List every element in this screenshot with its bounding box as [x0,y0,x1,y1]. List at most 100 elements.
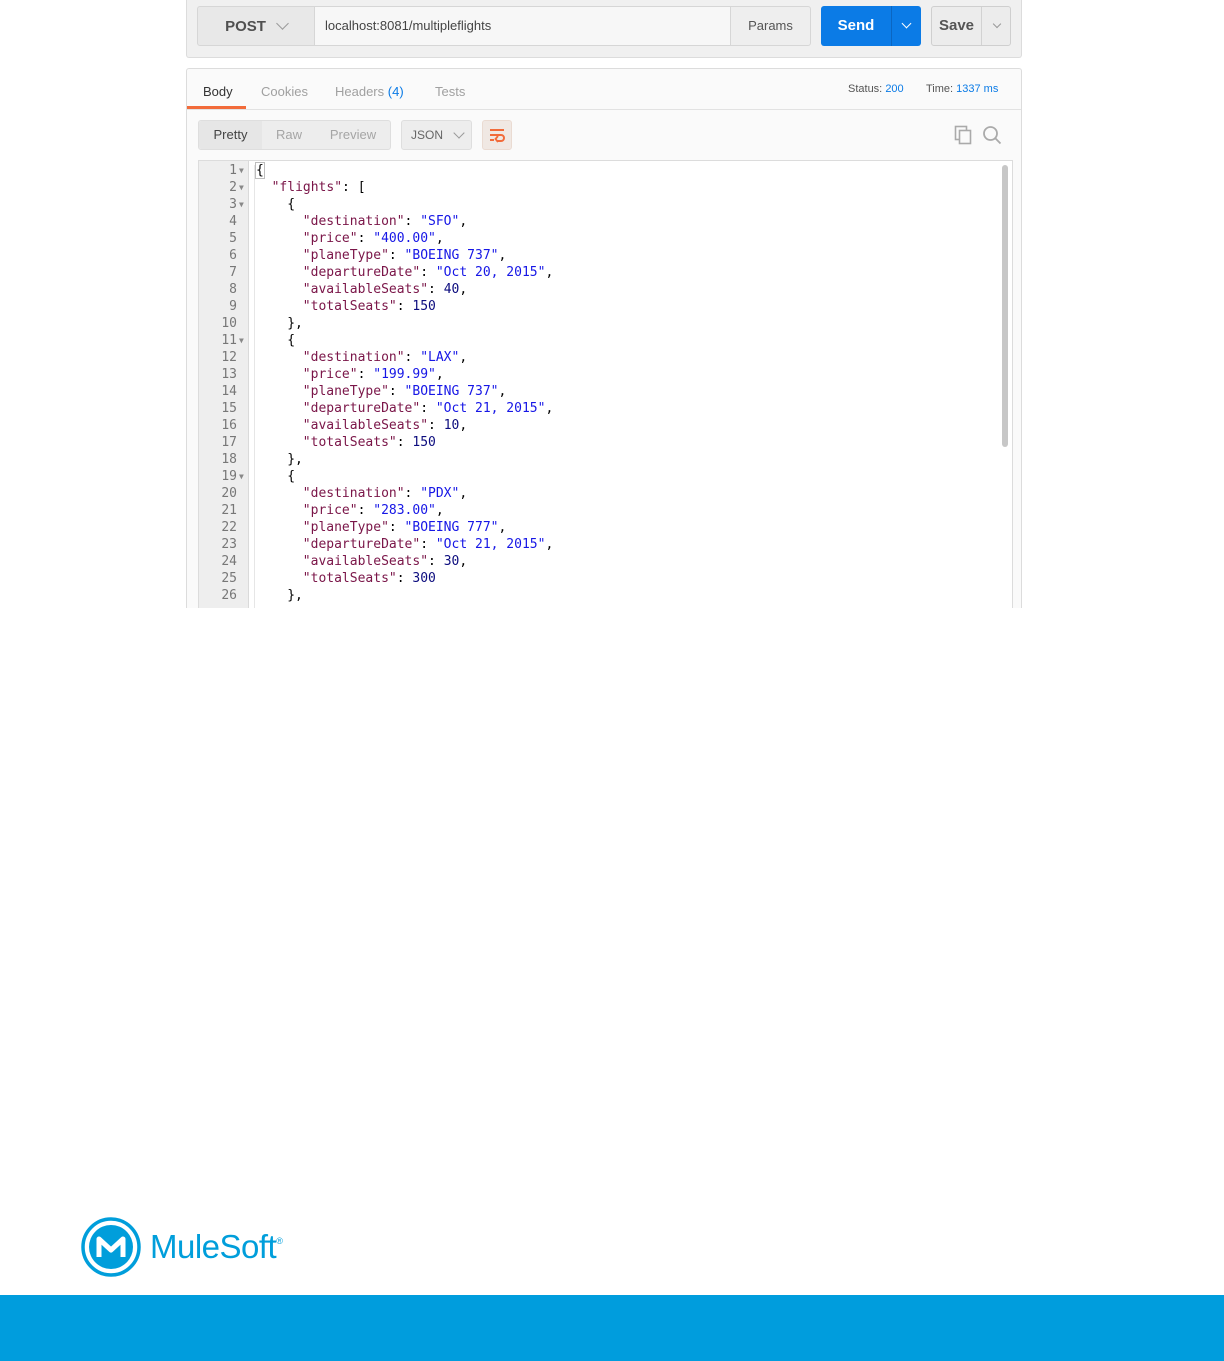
json-punctuation: , [498,384,507,399]
json-punctuation: : [420,537,436,552]
code-editor[interactable]: 1 ▼{2 ▼ "flights": [3 ▼{4 "destination": "SFO… [198,160,1013,608]
headers-count: (4) [387,84,404,99]
code-line: 12 "destination": "LAX", [199,349,1012,366]
method-label: POST [225,17,266,35]
send-button[interactable]: Send [821,6,891,46]
tab-cookies[interactable]: Cookies [261,84,308,99]
json-number: 150 [412,299,436,314]
code-line: 21 "price": "283.00", [199,502,1012,519]
line-number: 22 [221,520,237,535]
send-dropdown-button[interactable] [891,6,921,46]
save-dropdown-button[interactable] [981,7,1011,45]
json-punctuation: : [420,401,436,416]
line-number: 7 [229,265,237,280]
fold-toggle-icon[interactable]: ▼ [239,162,244,179]
view-pretty-button[interactable]: Pretty [199,121,262,149]
code-line: 5 "price": "400.00", [199,230,1012,247]
json-number: 40 [443,282,460,297]
json-key: "planeType" [302,520,389,535]
code-line: 6 "planeType": "BOEING 737", [199,247,1012,264]
json-string: "Oct 20, 2015" [435,265,546,280]
line-number: 13 [221,367,237,382]
params-button[interactable]: Params [730,6,811,46]
code-line: 17 "totalSeats": 150 [199,434,1012,451]
json-punctuation: : [396,435,413,450]
tab-headers-label: Headers [335,84,385,99]
tab-tests[interactable]: Tests [435,84,465,99]
json-key: "price" [302,503,358,518]
wrap-lines-icon[interactable] [482,120,512,150]
tab-body[interactable]: Body [203,84,233,99]
json-punctuation: }, [287,452,303,467]
url-input[interactable]: localhost:8081/multipleflights [314,6,731,46]
line-number: 10 [221,316,237,331]
json-key: "availableSeats" [302,282,429,297]
time-label: Time: [926,83,954,95]
code-line: 25 "totalSeats": 300 [199,570,1012,587]
json-punctuation: , [435,503,444,518]
json-punctuation: { [287,469,296,484]
code-line: 23 "departureDate": "Oct 21, 2015", [199,536,1012,553]
fold-toggle-icon[interactable]: ▼ [239,332,244,349]
code-text: "totalSeats": 300 [256,570,436,587]
code-text: }, [256,451,303,468]
code-line: 11 ▼ { [199,332,1012,349]
save-button-group: Save [931,6,1011,46]
code-text: "price": "199.99", [256,366,444,383]
code-text: { [256,196,295,213]
view-preview-button[interactable]: Preview [316,121,390,149]
code-text: "totalSeats": 150 [256,434,436,451]
json-string: "PDX" [420,486,460,501]
json-key: "departureDate" [302,401,421,416]
request-bar: POST localhost:8081/multipleflights Para… [186,0,1022,58]
code-line: 20 "destination": "PDX", [199,485,1012,502]
fold-toggle-icon[interactable]: ▼ [239,196,244,213]
code-line: 26}, [199,587,1012,604]
json-punctuation: : [428,554,444,569]
chevron-down-icon [276,17,289,30]
code-line: 1 ▼ { [199,162,1012,179]
chevron-down-icon [901,18,912,29]
json-punctuation: : [388,384,405,399]
editor-scrollbar[interactable] [1002,165,1008,447]
search-icon[interactable] [980,123,1004,147]
fold-toggle-icon[interactable]: ▼ [239,179,244,196]
json-punctuation: : [357,367,374,382]
json-string: "400.00" [373,231,436,246]
time-readout: Time: 1337 ms [926,83,998,95]
line-number: 11 [221,333,237,348]
code-text: }, [256,587,303,604]
save-button[interactable]: Save [932,7,981,45]
line-number: 18 [221,452,237,467]
json-number: 30 [443,554,460,569]
code-line: 4 "destination": "SFO", [199,213,1012,230]
tab-headers[interactable]: Headers (4) [335,84,404,99]
logo-wordmark: MuleSoft® [150,1228,283,1266]
json-punctuation: : [420,265,436,280]
code-line: 22 "planeType": "BOEING 777", [199,519,1012,536]
line-number: 19 [221,469,237,484]
line-number: 3 [229,197,237,212]
method-select[interactable]: POST [197,6,315,46]
json-string: "Oct 21, 2015" [435,537,546,552]
fold-toggle-icon[interactable]: ▼ [239,468,244,485]
json-punctuation: , [435,367,444,382]
line-number: 5 [229,231,237,246]
json-string: "BOEING 777" [404,520,499,535]
code-line: 2 ▼ "flights": [ [199,179,1012,196]
line-number: 1 [229,163,237,178]
code-text: { [256,332,295,349]
json-punctuation: , [459,486,468,501]
json-key: "departureDate" [302,537,421,552]
json-punctuation: , [498,248,507,263]
code-text: "departureDate": "Oct 21, 2015", [256,536,553,553]
code-text: { [256,468,295,485]
format-select[interactable]: JSON [401,120,472,150]
line-number: 14 [221,384,237,399]
json-punctuation: , [459,282,468,297]
view-mode-group: Pretty Raw Preview [198,120,391,150]
copy-icon[interactable] [951,123,975,147]
time-value: 1337 ms [956,83,999,95]
view-raw-button[interactable]: Raw [262,121,316,149]
json-string: "BOEING 737" [404,384,499,399]
